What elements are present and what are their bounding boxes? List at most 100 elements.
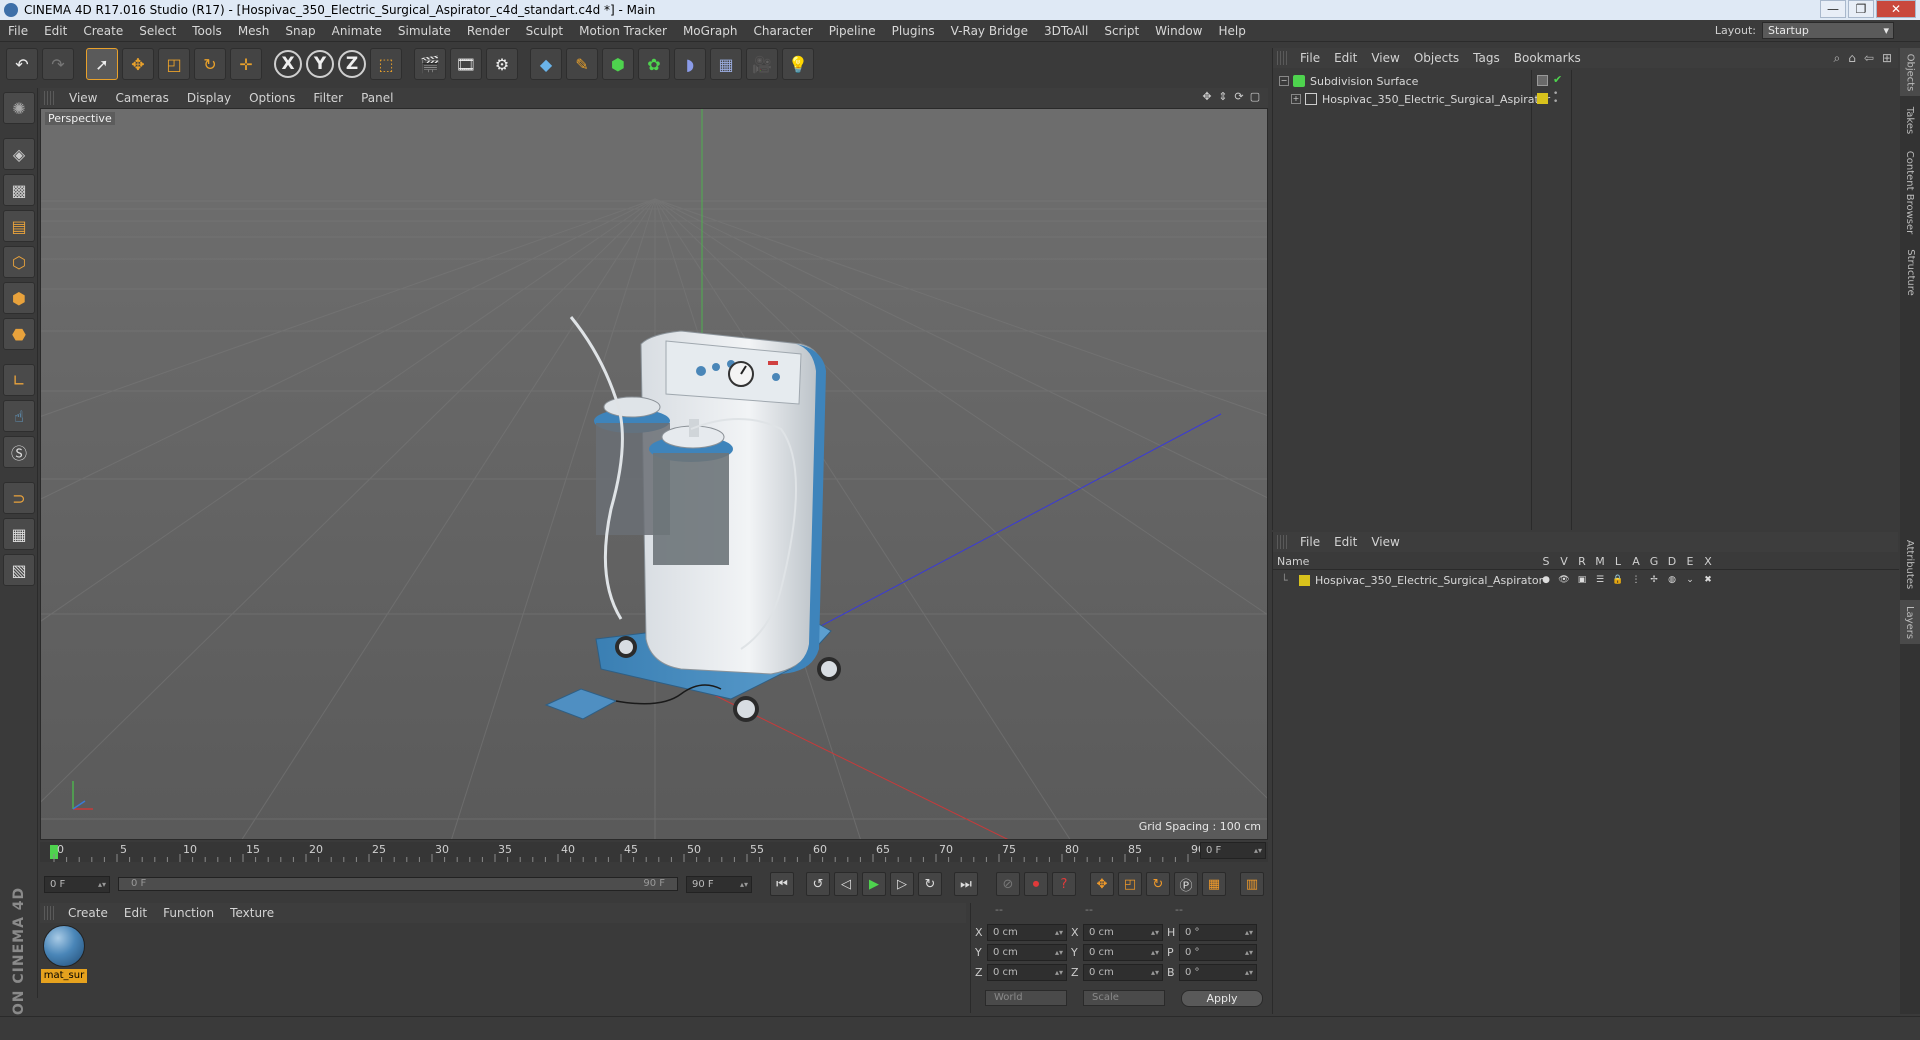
manager-toggle-icon[interactable]: ☰ bbox=[1591, 575, 1609, 585]
enabled-check-icon[interactable]: ✔ bbox=[1553, 73, 1562, 86]
start-frame-field[interactable]: 0 F ▴▾ bbox=[44, 875, 110, 893]
layer-menu-edit[interactable]: Edit bbox=[1327, 535, 1364, 549]
viewport-menu-display[interactable]: Display bbox=[178, 91, 240, 105]
object-row-subdivision-surface[interactable]: − Subdivision Surface ✔ bbox=[1273, 72, 1899, 90]
y-axis-lock-button[interactable]: Y bbox=[306, 50, 334, 78]
render-view-icon[interactable]: 🎬 bbox=[414, 48, 446, 80]
key-point-level-icon[interactable]: ▦ bbox=[1202, 872, 1226, 896]
locked-toggle-icon[interactable]: 🔒 bbox=[1609, 575, 1627, 585]
deformers-toggle-icon[interactable]: ◍ bbox=[1663, 575, 1681, 585]
menu-window[interactable]: Window bbox=[1147, 24, 1210, 38]
key-parameter-icon[interactable]: Ⓟ bbox=[1174, 872, 1198, 896]
preview-range-slider[interactable]: 0 F 90 F bbox=[118, 877, 678, 891]
tab-takes[interactable]: Takes bbox=[1900, 100, 1920, 140]
spline-pen-icon[interactable]: ✎ bbox=[566, 48, 598, 80]
layer-menu-view[interactable]: View bbox=[1364, 535, 1406, 549]
key-scale-icon[interactable]: ◰ bbox=[1118, 872, 1142, 896]
undo-icon[interactable]: ↶ bbox=[6, 48, 38, 80]
object-row-aspirator[interactable]: + Hospivac_350_Electric_Surgical_Aspirat… bbox=[1273, 90, 1899, 108]
position-z-field[interactable]: 0 cm ▴▾ bbox=[987, 963, 1067, 981]
render-settings-icon[interactable]: ⚙ bbox=[486, 48, 518, 80]
previous-key-icon[interactable]: ↺ bbox=[806, 872, 830, 896]
home-icon[interactable]: ⌂ bbox=[1848, 51, 1856, 66]
size-y-field[interactable]: 0 cm ▴▾ bbox=[1083, 943, 1163, 961]
z-axis-lock-button[interactable]: Z bbox=[338, 50, 366, 78]
tab-layers[interactable]: Layers bbox=[1900, 600, 1920, 644]
size-x-field[interactable]: 0 cm ▴▾ bbox=[1083, 923, 1163, 941]
rotate-tool-icon[interactable]: ↻ bbox=[194, 48, 226, 80]
locked-workplane-icon[interactable]: ▦ bbox=[3, 518, 35, 550]
maximize-button[interactable]: ❐ bbox=[1848, 0, 1874, 18]
timeline-ruler[interactable]: 0 5 10 15 20 25 30 35 40 45 50 55 60 65 70 75 80 85 90 bbox=[40, 842, 1268, 862]
edges-mode-icon[interactable]: ⬢ bbox=[3, 282, 35, 314]
model-mode-icon[interactable]: ◈ bbox=[3, 138, 35, 170]
key-position-icon[interactable]: ✥ bbox=[1090, 872, 1114, 896]
expressions-toggle-icon[interactable]: ⌄ bbox=[1681, 575, 1699, 585]
menu-simulate[interactable]: Simulate bbox=[390, 24, 459, 38]
menu-mograph[interactable]: MoGraph bbox=[675, 24, 746, 38]
go-to-end-icon[interactable]: ⏭ bbox=[954, 872, 978, 896]
record-active-objects-icon[interactable]: ⏺ bbox=[1024, 872, 1048, 896]
menu-edit[interactable]: Edit bbox=[36, 24, 75, 38]
object-menu-view[interactable]: View bbox=[1364, 51, 1406, 65]
viewport-menu-view[interactable]: View bbox=[60, 91, 106, 105]
texture-mode-icon[interactable]: ▩ bbox=[3, 174, 35, 206]
points-mode-icon[interactable]: ⬡ bbox=[3, 246, 35, 278]
previous-frame-icon[interactable]: ◁ bbox=[834, 872, 858, 896]
object-menu-tags[interactable]: Tags bbox=[1466, 51, 1507, 65]
panel-grip-icon[interactable] bbox=[44, 91, 54, 105]
array-generator-icon[interactable]: ✿ bbox=[638, 48, 670, 80]
timeline-window-icon[interactable]: ▥ bbox=[1240, 872, 1264, 896]
tab-objects[interactable]: Objects bbox=[1900, 48, 1920, 96]
tab-content-browser[interactable]: Content Browser bbox=[1900, 144, 1920, 240]
end-frame-field[interactable]: 90 F ▴▾ bbox=[686, 875, 752, 893]
make-editable-icon[interactable]: ✺ bbox=[3, 92, 35, 124]
redo-icon[interactable]: ↷ bbox=[42, 48, 74, 80]
generators-toggle-icon[interactable]: ✢ bbox=[1645, 575, 1663, 585]
back-icon[interactable]: ⇦ bbox=[1864, 51, 1874, 66]
snap-enable-icon[interactable]: Ⓢ bbox=[3, 436, 35, 468]
toggle-views-icon[interactable]: ▢ bbox=[1248, 90, 1262, 104]
xref-toggle-icon[interactable]: ✖ bbox=[1699, 575, 1717, 585]
play-forward-icon[interactable]: ▶ bbox=[862, 872, 886, 896]
apply-button[interactable]: Apply bbox=[1181, 990, 1263, 1007]
next-key-icon[interactable]: ↻ bbox=[918, 872, 942, 896]
viewport-menu-options[interactable]: Options bbox=[240, 91, 304, 105]
menu-motion-tracker[interactable]: Motion Tracker bbox=[571, 24, 675, 38]
layer-row-aspirator[interactable]: └ Hospivac_350_Electric_Surgical_Aspirat… bbox=[1273, 572, 1899, 588]
size-z-field[interactable]: 0 cm ▴▾ bbox=[1083, 963, 1163, 981]
menu-pipeline[interactable]: Pipeline bbox=[821, 24, 884, 38]
material-menu-texture[interactable]: Texture bbox=[222, 906, 282, 920]
position-x-field[interactable]: 0 cm ▴▾ bbox=[987, 923, 1067, 941]
menu-select[interactable]: Select bbox=[131, 24, 184, 38]
layer-color-icon[interactable] bbox=[1537, 93, 1548, 104]
rotation-p-field[interactable]: 0 ° ▴▾ bbox=[1179, 943, 1257, 961]
orbit-view-icon[interactable]: ⟳ bbox=[1232, 90, 1246, 104]
tweak-mode-icon[interactable]: ☝ bbox=[3, 400, 35, 432]
menu-sculpt[interactable]: Sculpt bbox=[518, 24, 571, 38]
viewport-menu-panel[interactable]: Panel bbox=[352, 91, 402, 105]
menu-plugins[interactable]: Plugins bbox=[884, 24, 943, 38]
menu-file[interactable]: File bbox=[0, 24, 36, 38]
tab-structure[interactable]: Structure bbox=[1900, 244, 1920, 300]
deformer-bend-icon[interactable]: ◗ bbox=[674, 48, 706, 80]
autokeying-icon[interactable]: ? bbox=[1052, 872, 1076, 896]
dolly-view-icon[interactable]: ⇕ bbox=[1216, 90, 1230, 104]
move-tool-icon[interactable]: ✥ bbox=[122, 48, 154, 80]
recent-tool-icon[interactable]: ✛ bbox=[230, 48, 262, 80]
material-menu-edit[interactable]: Edit bbox=[116, 906, 155, 920]
minimize-button[interactable]: — bbox=[1820, 0, 1846, 18]
polygons-mode-icon[interactable]: ⬣ bbox=[3, 318, 35, 350]
key-rotation-icon[interactable]: ↻ bbox=[1146, 872, 1170, 896]
position-y-field[interactable]: 0 cm ▴▾ bbox=[987, 943, 1067, 961]
magnet-tool-icon[interactable]: ⊃ bbox=[3, 482, 35, 514]
menu-create[interactable]: Create bbox=[75, 24, 131, 38]
viewport-camera-label[interactable]: Perspective bbox=[45, 112, 115, 125]
menu-help[interactable]: Help bbox=[1210, 24, 1253, 38]
menu-character[interactable]: Character bbox=[745, 24, 820, 38]
render-picture-viewer-icon[interactable]: 🎞 bbox=[450, 48, 482, 80]
panel-grip-icon[interactable] bbox=[1277, 51, 1287, 65]
axis-mode-icon[interactable]: ∟ bbox=[3, 364, 35, 396]
menu-tools[interactable]: Tools bbox=[184, 24, 230, 38]
cube-primitive-icon[interactable]: ◆ bbox=[530, 48, 562, 80]
